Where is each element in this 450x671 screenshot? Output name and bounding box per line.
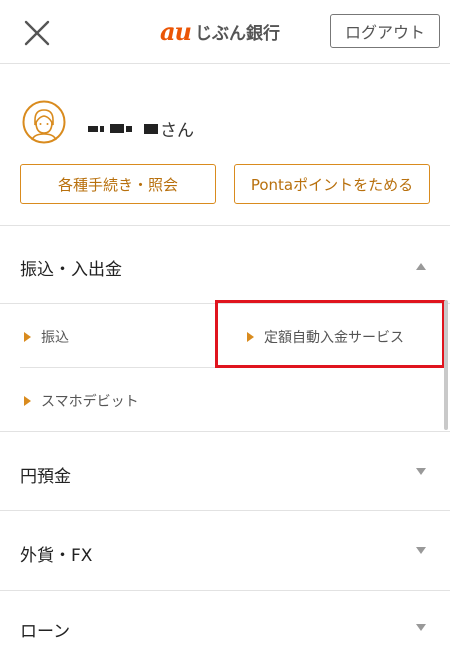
submenu-item-smartphone-debit[interactable]: スマホデビット <box>24 391 139 411</box>
close-icon[interactable] <box>24 20 50 46</box>
section-title: 円預金 <box>20 467 71 487</box>
expand-arrow-icon <box>416 624 426 631</box>
loan-section[interactable]: ローン <box>0 591 450 671</box>
logo-mark: au <box>160 16 192 46</box>
expand-arrow-icon <box>416 547 426 554</box>
masked-name <box>110 124 124 133</box>
collapse-arrow-icon <box>416 263 426 270</box>
name-suffix: さん <box>160 121 194 141</box>
masked-name <box>100 125 104 132</box>
arrow-right-icon <box>24 396 31 406</box>
logo-text: じぶん銀行 <box>195 23 280 44</box>
masked-name <box>126 125 132 132</box>
arrow-right-icon <box>24 332 31 342</box>
section-title: ローン <box>20 622 71 642</box>
expand-arrow-icon <box>416 468 426 475</box>
highlight-box <box>215 300 445 368</box>
section-title: 外貨・FX <box>20 546 93 566</box>
submenu-item-transfer[interactable]: 振込 <box>24 327 69 347</box>
submenu-label: 振込 <box>41 330 69 346</box>
bank-logo: au じぶん銀行 <box>160 16 280 46</box>
procedures-button[interactable]: 各種手続き・照会 <box>20 164 216 204</box>
user-name: さん <box>88 116 194 141</box>
masked-name <box>88 125 98 132</box>
scrollbar[interactable] <box>444 300 448 430</box>
transfer-section-header[interactable]: 振込・入出金 <box>0 226 450 304</box>
yen-deposit-section[interactable]: 円預金 <box>0 432 450 511</box>
section-title: 振込・入出金 <box>20 260 122 280</box>
profile-section: さん 各種手続き・照会 Pontaポイントをためる <box>0 64 450 226</box>
submenu-label: スマホデビット <box>41 394 139 410</box>
ponta-points-button[interactable]: Pontaポイントをためる <box>234 164 430 204</box>
logout-button[interactable]: ログアウト <box>330 14 440 48</box>
avatar-icon <box>22 100 66 144</box>
fx-section[interactable]: 外貨・FX <box>0 511 450 591</box>
masked-name <box>144 123 158 134</box>
app-header: au じぶん銀行 ログアウト <box>0 0 450 64</box>
